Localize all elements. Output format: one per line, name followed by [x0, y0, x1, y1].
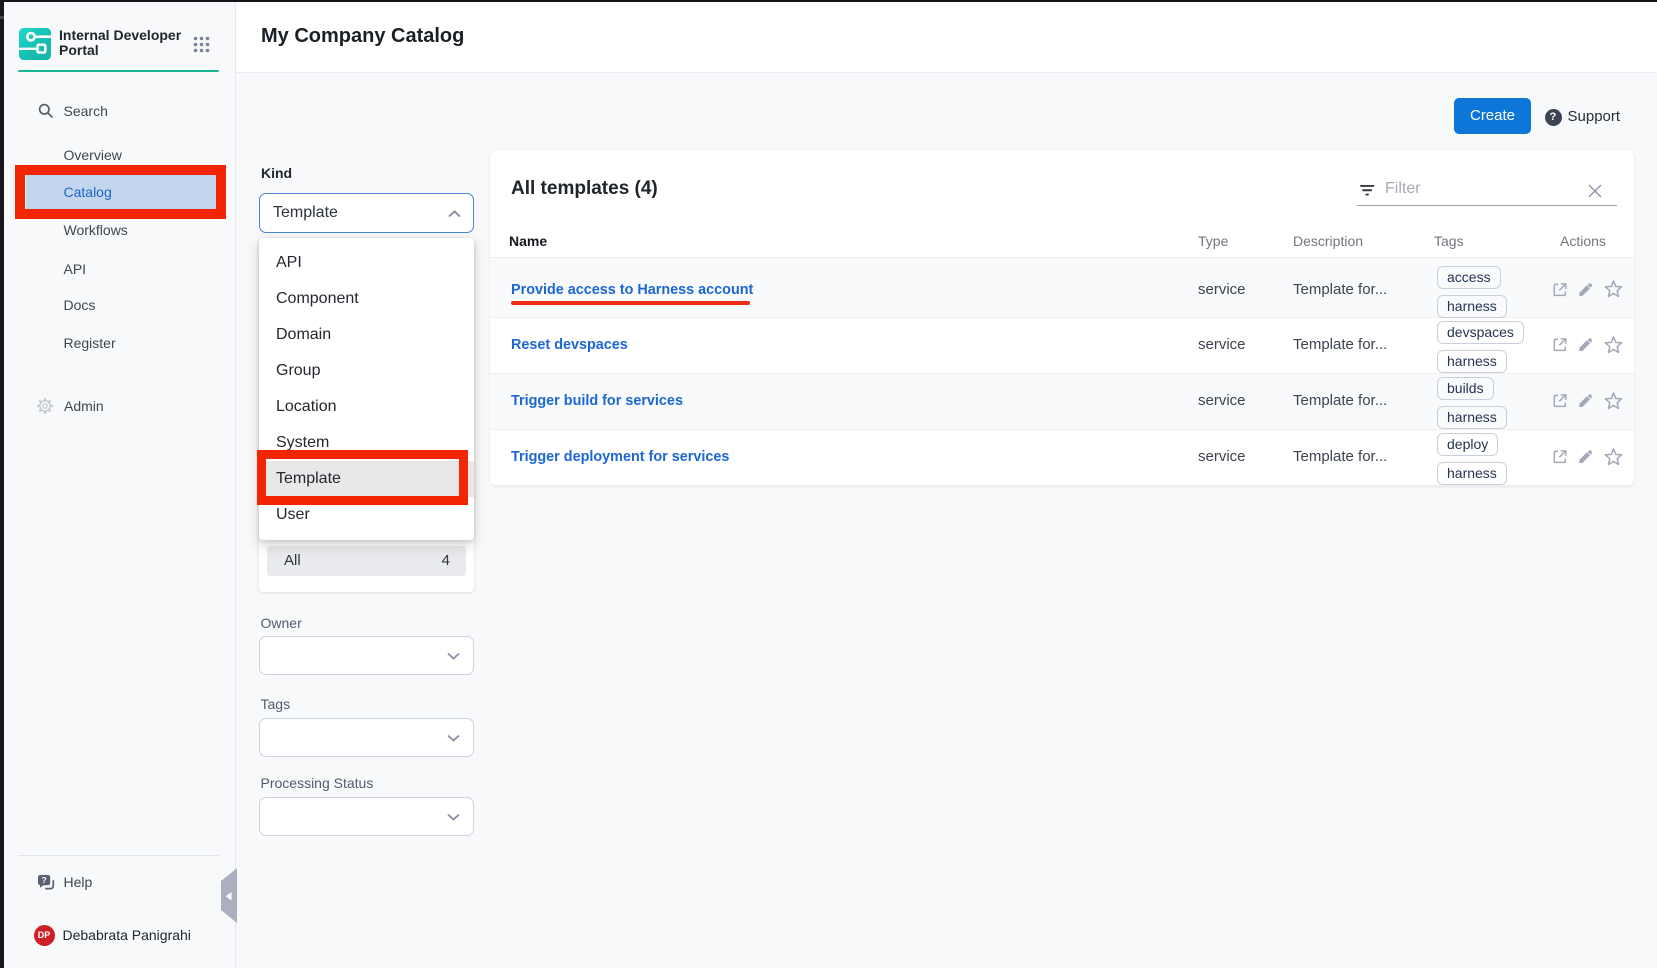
svg-text:?: ?: [41, 875, 46, 885]
